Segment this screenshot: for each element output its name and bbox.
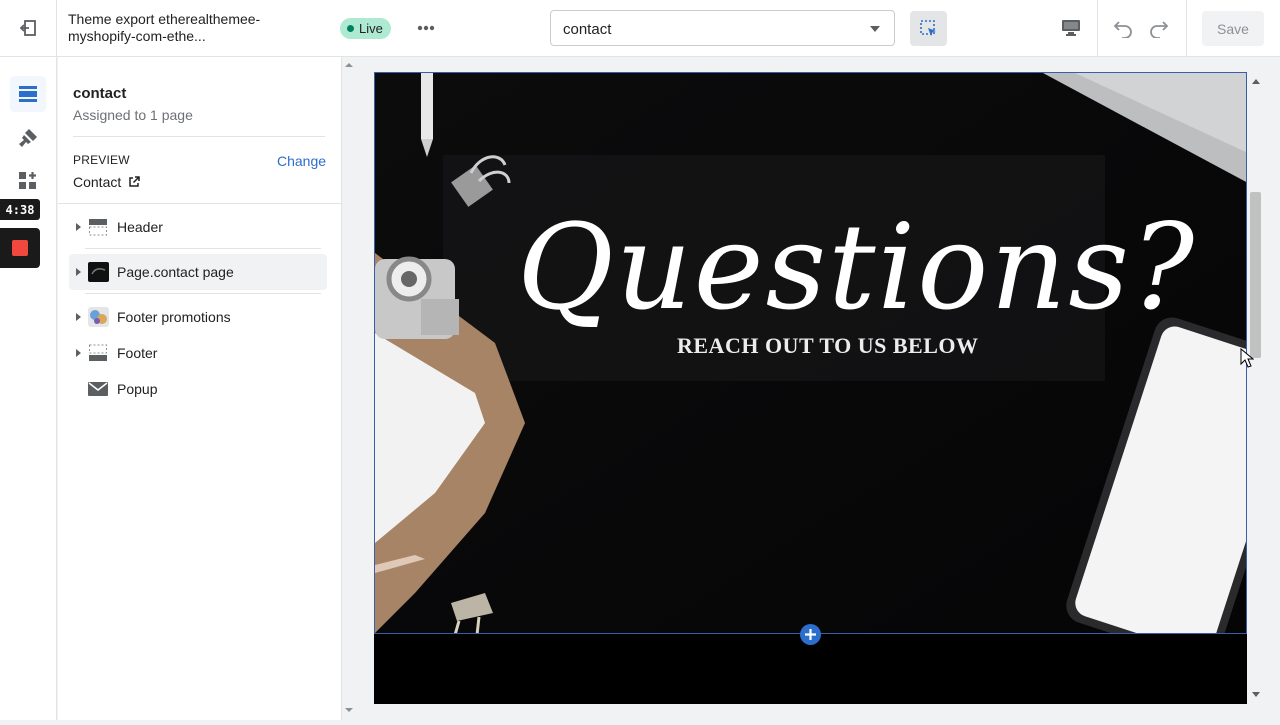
exit-icon: [19, 20, 36, 36]
recording-timer: 4:38: [0, 199, 40, 220]
divider: [85, 293, 321, 294]
divider: [1097, 0, 1098, 56]
template-title: contact: [73, 85, 127, 102]
divider: [1186, 0, 1187, 56]
expand-arrow-icon[interactable]: [69, 223, 87, 231]
hero-script-title: Questions?: [517, 198, 1196, 336]
section-label: Footer: [117, 345, 158, 361]
theme-name: Theme export etherealthemee-myshopify-co…: [68, 11, 261, 44]
promotions-thumbnail-icon: [87, 307, 109, 327]
theme-settings-tab[interactable]: [10, 120, 46, 156]
scrollbar-thumb[interactable]: [1250, 192, 1261, 358]
page-thumbnail-icon: [87, 262, 109, 282]
divider: [58, 203, 342, 204]
envelope-icon: [87, 379, 109, 399]
sidebar-scrollbar[interactable]: [343, 57, 355, 720]
preview-label: PREVIEW: [73, 153, 130, 167]
section-item-footer-promotions[interactable]: Footer promotions: [69, 299, 327, 335]
page-template-select[interactable]: contact: [550, 10, 895, 46]
top-bar: Theme export etherealthemee-myshopify-co…: [0, 0, 1280, 57]
divider: [85, 248, 321, 249]
section-label: Header: [117, 219, 163, 235]
plus-icon: [805, 629, 816, 640]
expand-arrow-icon[interactable]: [69, 349, 87, 357]
undo-button[interactable]: [1108, 14, 1138, 42]
stop-icon: [12, 240, 28, 256]
section-item-popup[interactable]: Popup: [69, 371, 327, 407]
live-label: Live: [359, 21, 383, 36]
device-preview-button[interactable]: [1056, 14, 1086, 42]
redo-button[interactable]: [1144, 14, 1174, 42]
section-item-footer[interactable]: Footer: [69, 335, 327, 371]
section-label: Popup: [117, 381, 158, 397]
undo-icon: [1113, 21, 1132, 38]
live-status-badge: Live: [340, 18, 391, 39]
live-dot-icon: [347, 25, 354, 32]
stop-recording-button[interactable]: [0, 228, 40, 268]
footer-layout-icon: [87, 343, 109, 363]
preview-canvas[interactable]: Questions? REACH OUT TO US BELOW: [374, 72, 1247, 704]
template-assignment: Assigned to 1 page: [73, 107, 193, 123]
hero-subtitle: REACH OUT TO US BELOW: [677, 333, 978, 358]
add-section-button[interactable]: [800, 624, 821, 645]
section-item-page-contact[interactable]: Page.contact page: [69, 254, 327, 290]
divider: [73, 136, 325, 137]
ellipsis-icon: [417, 25, 435, 31]
expand-arrow-icon[interactable]: [69, 313, 87, 321]
preview-page-label: Contact: [73, 174, 122, 190]
mouse-cursor-icon: [1240, 348, 1254, 368]
sections-icon: [19, 86, 37, 102]
sections-sidebar: contact Assigned to 1 page PREVIEW Chang…: [58, 57, 342, 720]
header-layout-icon: [87, 217, 109, 237]
exit-button[interactable]: [0, 0, 57, 56]
redo-icon: [1150, 21, 1169, 38]
page-select-value: contact: [563, 21, 612, 38]
paintbrush-icon: [19, 129, 37, 147]
select-cursor-icon: [919, 19, 936, 36]
preview-page-link[interactable]: Contact: [73, 174, 140, 190]
section-item-header[interactable]: Header: [69, 209, 327, 245]
contact-hero-banner[interactable]: Questions? REACH OUT TO US BELOW: [374, 72, 1247, 634]
preview-scrollbar[interactable]: [1248, 72, 1264, 704]
apps-icon: [19, 172, 36, 189]
inspector-toggle-button[interactable]: [910, 11, 947, 46]
hero-image: Questions? REACH OUT TO US BELOW: [375, 73, 1246, 633]
expand-arrow-icon[interactable]: [69, 268, 87, 276]
editor-nav-rail: 4:38: [0, 57, 57, 720]
desktop-icon: [1062, 20, 1080, 36]
save-button[interactable]: Save: [1202, 11, 1264, 46]
sections-tab[interactable]: [10, 76, 46, 112]
section-label: Footer promotions: [117, 309, 231, 325]
chevron-down-icon: [870, 26, 880, 32]
more-actions-button[interactable]: [410, 14, 442, 42]
section-label: Page.contact page: [117, 264, 234, 280]
change-preview-link[interactable]: Change: [277, 153, 326, 169]
app-embeds-tab[interactable]: [10, 163, 46, 199]
external-link-icon: [129, 176, 140, 187]
